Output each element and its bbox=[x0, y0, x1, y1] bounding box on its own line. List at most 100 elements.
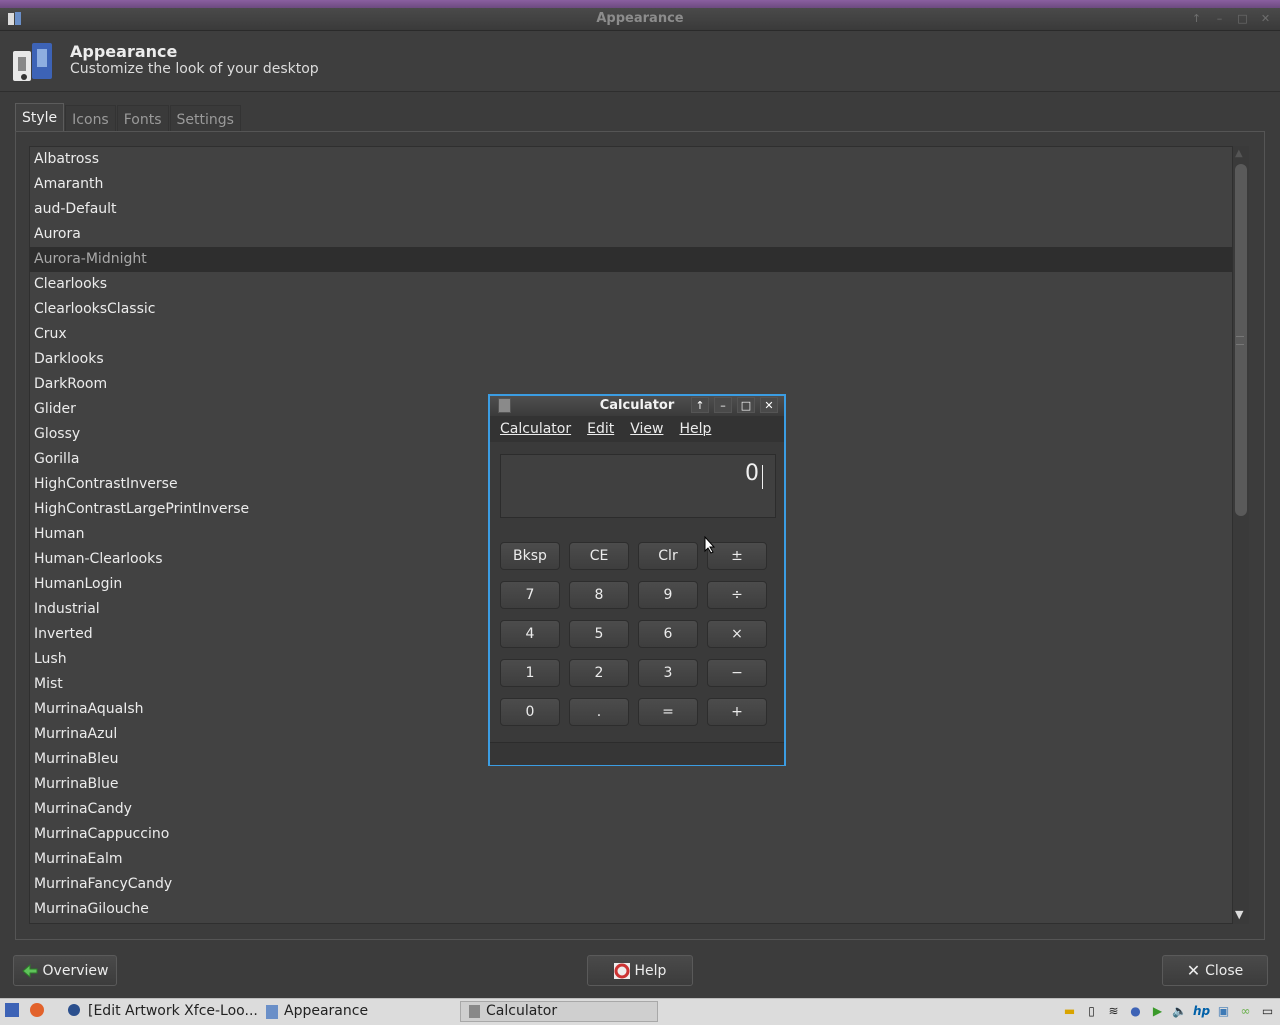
key-button[interactable]: 9 bbox=[638, 581, 698, 609]
key-button[interactable]: 5 bbox=[569, 620, 629, 648]
calculator-window-controls: ↑ – □ ✕ bbox=[691, 397, 778, 413]
taskbar: [Edit Artwork Xfce-Loo... Appearance Cal… bbox=[0, 998, 1280, 1025]
notes-icon[interactable]: ▬ bbox=[1061, 1003, 1078, 1020]
close-icon[interactable]: ✕ bbox=[1257, 11, 1274, 26]
calculator-titlebar[interactable]: Calculator ↑ – □ ✕ bbox=[490, 396, 784, 416]
theme-list-item[interactable]: MurrinaEalm bbox=[30, 847, 1232, 872]
back-arrow-icon bbox=[21, 963, 38, 978]
key-button[interactable]: 0 bbox=[500, 698, 560, 726]
tab-style[interactable]: Style bbox=[15, 103, 65, 133]
minimize-icon[interactable]: – bbox=[1211, 11, 1228, 26]
key-button[interactable]: 2 bbox=[569, 659, 629, 687]
hp-icon[interactable]: hp bbox=[1193, 1003, 1210, 1020]
shade-icon[interactable]: ↑ bbox=[1188, 11, 1205, 26]
theme-list-item[interactable]: Amaranth bbox=[30, 172, 1232, 197]
close-x-icon: ✕ bbox=[1186, 961, 1201, 980]
page-title: Appearance bbox=[70, 42, 178, 61]
maximize-icon[interactable]: □ bbox=[737, 397, 755, 413]
minimize-icon[interactable]: – bbox=[714, 397, 732, 413]
key-button[interactable]: 4 bbox=[500, 620, 560, 648]
key-button[interactable]: 7 bbox=[500, 581, 560, 609]
theme-list-item[interactable]: Clearlooks bbox=[30, 272, 1232, 297]
help-icon bbox=[613, 962, 630, 979]
menu-edit[interactable]: Edit bbox=[587, 421, 614, 437]
calculator-window[interactable]: Calculator ↑ – □ ✕ Calculator Edit View Hel… bbox=[488, 394, 786, 766]
theme-list-item[interactable]: MurrinaCappuccino bbox=[30, 822, 1232, 847]
theme-list-item[interactable]: Albatross bbox=[30, 147, 1232, 172]
task-edit-artwork[interactable]: [Edit Artwork Xfce-Loo... bbox=[88, 1001, 258, 1022]
overview-label: Overview bbox=[42, 962, 109, 979]
key-button[interactable]: . bbox=[569, 698, 629, 726]
calculator-display[interactable]: 0 bbox=[500, 454, 776, 518]
appearance-icon bbox=[13, 43, 52, 81]
desktop-edge bbox=[0, 0, 1280, 8]
key-button[interactable]: CE bbox=[569, 542, 629, 570]
close-label: Close bbox=[1205, 962, 1244, 979]
theme-list-item[interactable]: MurrinaCandy bbox=[30, 797, 1232, 822]
theme-list-item[interactable]: Crux bbox=[30, 322, 1232, 347]
window-titlebar[interactable]: Appearance ↑ – □ ✕ bbox=[0, 8, 1280, 31]
close-button[interactable]: ✕ Close bbox=[1162, 955, 1268, 986]
overview-button[interactable]: Overview bbox=[13, 955, 117, 986]
key-button[interactable]: 6 bbox=[638, 620, 698, 648]
scroll-up-icon[interactable]: ▲ bbox=[1235, 148, 1243, 159]
theme-list-item[interactable]: MurrinaGilouche bbox=[30, 897, 1232, 922]
theme-list-item[interactable]: Darklooks bbox=[30, 347, 1232, 372]
scrollbar-grip bbox=[1236, 336, 1244, 345]
link-icon[interactable]: ∞ bbox=[1237, 1003, 1254, 1020]
maximize-icon[interactable]: □ bbox=[1234, 11, 1251, 26]
user-icon[interactable]: ● bbox=[1127, 1003, 1144, 1020]
calculator-menubar: Calculator Edit View Help bbox=[490, 416, 784, 442]
key-button[interactable]: Bksp bbox=[500, 542, 560, 570]
key-button[interactable]: − bbox=[707, 659, 767, 687]
tab-fonts[interactable]: Fonts bbox=[116, 105, 169, 133]
key-button[interactable]: 3 bbox=[638, 659, 698, 687]
tab-icons[interactable]: Icons bbox=[65, 105, 116, 133]
help-button[interactable]: Help bbox=[587, 955, 693, 986]
page-subtitle: Customize the look of your desktop bbox=[70, 61, 319, 77]
dialog-header: Appearance Customize the look of your de… bbox=[0, 31, 1280, 92]
menu-view[interactable]: View bbox=[630, 421, 663, 437]
tab-bar: Style Icons Fonts Settings bbox=[15, 103, 242, 133]
theme-list-item[interactable]: Aurora bbox=[30, 222, 1232, 247]
key-button[interactable]: = bbox=[638, 698, 698, 726]
key-button[interactable]: × bbox=[707, 620, 767, 648]
inkscape-icon bbox=[68, 1004, 80, 1016]
help-label: Help bbox=[634, 962, 667, 979]
start-menu-icon[interactable] bbox=[5, 1003, 19, 1017]
shade-icon[interactable]: ↑ bbox=[691, 397, 709, 413]
tab-settings[interactable]: Settings bbox=[169, 105, 241, 133]
theme-list-item[interactable]: ClearlooksClassic bbox=[30, 297, 1232, 322]
task-calculator[interactable]: Calculator bbox=[460, 1001, 658, 1022]
theme-list-item[interactable]: Aurora-Midnight bbox=[30, 247, 1232, 272]
task-label: Calculator bbox=[486, 1003, 558, 1019]
theme-list-item[interactable]: MurrinaFancyCandy bbox=[30, 872, 1232, 897]
clipboard-icon[interactable]: ▯ bbox=[1083, 1003, 1100, 1020]
calculator-statusbar bbox=[490, 742, 784, 765]
theme-list-item[interactable]: MurrinaBlue bbox=[30, 772, 1232, 797]
key-button[interactable]: ± bbox=[707, 542, 767, 570]
task-appearance[interactable]: Appearance bbox=[266, 1001, 368, 1022]
key-button[interactable]: + bbox=[707, 698, 767, 726]
volume-icon[interactable]: 🔈 bbox=[1171, 1003, 1188, 1020]
key-button[interactable]: 8 bbox=[569, 581, 629, 609]
menu-help[interactable]: Help bbox=[679, 421, 711, 437]
key-button[interactable]: Clr bbox=[638, 542, 698, 570]
key-button[interactable]: 1 bbox=[500, 659, 560, 687]
display-value: 0 bbox=[745, 461, 759, 486]
task-label: [Edit Artwork Xfce-Loo... bbox=[88, 1003, 258, 1019]
image-viewer-icon[interactable]: ▣ bbox=[1215, 1003, 1232, 1020]
media-play-icon[interactable]: ▶ bbox=[1149, 1003, 1166, 1020]
menu-calculator[interactable]: Calculator bbox=[500, 421, 571, 437]
scroll-down-icon[interactable]: ▼ bbox=[1235, 908, 1243, 921]
display-icon[interactable]: ▭ bbox=[1259, 1003, 1276, 1020]
window-controls: ↑ – □ ✕ bbox=[1188, 11, 1274, 26]
system-tray: ▬ ▯ ≋ ● ▶ 🔈 hp ▣ ∞ ▭ bbox=[1061, 1003, 1276, 1020]
calculator-task-icon bbox=[469, 1005, 480, 1018]
key-button[interactable]: ÷ bbox=[707, 581, 767, 609]
network-icon[interactable]: ≋ bbox=[1105, 1003, 1122, 1020]
theme-list-scrollbar[interactable]: ▲ ▼ bbox=[1233, 146, 1249, 924]
theme-list-item[interactable]: aud-Default bbox=[30, 197, 1232, 222]
close-icon[interactable]: ✕ bbox=[760, 397, 778, 413]
firefox-icon[interactable] bbox=[30, 1003, 44, 1017]
